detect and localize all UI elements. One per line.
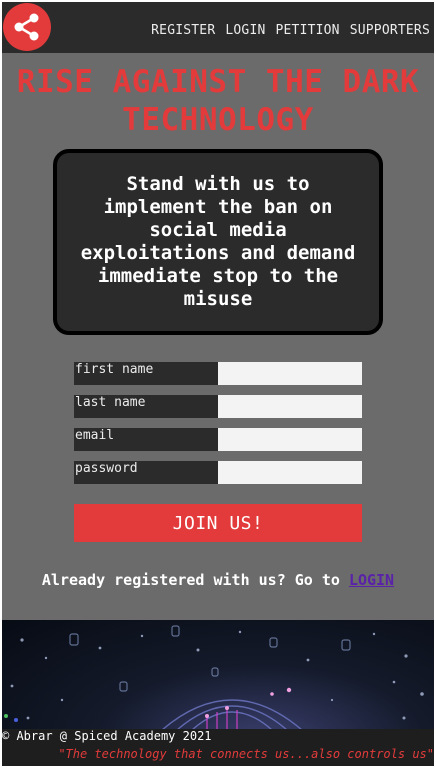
- email-input[interactable]: [218, 428, 362, 451]
- mission-text: Stand with us to implement the ban on so…: [80, 173, 356, 310]
- nav-login-link[interactable]: LOGIN: [225, 23, 265, 38]
- login-link[interactable]: LOGIN: [349, 571, 394, 589]
- form-row-last-name: last name: [74, 395, 362, 418]
- first-name-label: first name: [74, 362, 218, 385]
- last-name-input[interactable]: [218, 395, 362, 418]
- first-name-input[interactable]: [218, 362, 362, 385]
- password-label: password: [74, 461, 218, 484]
- form-row-password: password: [74, 461, 362, 484]
- form-row-email: email: [74, 428, 362, 451]
- login-prompt-text: Already registered with us? Go to: [41, 571, 340, 589]
- page: REGISTER LOGIN PETITION SUPPORTERS RISE …: [2, 2, 434, 766]
- nav-petition-link[interactable]: PETITION: [276, 23, 340, 38]
- header-bar: REGISTER LOGIN PETITION SUPPORTERS: [2, 2, 434, 53]
- login-prompt: Already registered with us? Go to LOGIN: [2, 571, 434, 589]
- copyright-text: © Abrar @ Spiced Academy 2021: [2, 729, 212, 743]
- share-icon[interactable]: [3, 3, 51, 51]
- main-nav: REGISTER LOGIN PETITION SUPPORTERS: [151, 23, 430, 38]
- last-name-label: last name: [74, 395, 218, 418]
- nav-register-link[interactable]: REGISTER: [151, 23, 215, 38]
- technology-banner-image: [2, 620, 434, 730]
- footer-quote: "The technology that connects us...also …: [58, 747, 434, 761]
- page-title: RISE AGAINST THE DARK TECHNOLOGY: [16, 64, 420, 138]
- form-row-first-name: first name: [74, 362, 362, 385]
- footer: © Abrar @ Spiced Academy 2021 "The techn…: [2, 729, 434, 766]
- nav-supporters-link[interactable]: SUPPORTERS: [350, 23, 430, 38]
- mission-card: Stand with us to implement the ban on so…: [53, 149, 383, 335]
- join-button[interactable]: JOIN US!: [74, 504, 362, 542]
- register-form: first name last name email password: [74, 362, 362, 494]
- email-label: email: [74, 428, 218, 451]
- password-input[interactable]: [218, 461, 362, 484]
